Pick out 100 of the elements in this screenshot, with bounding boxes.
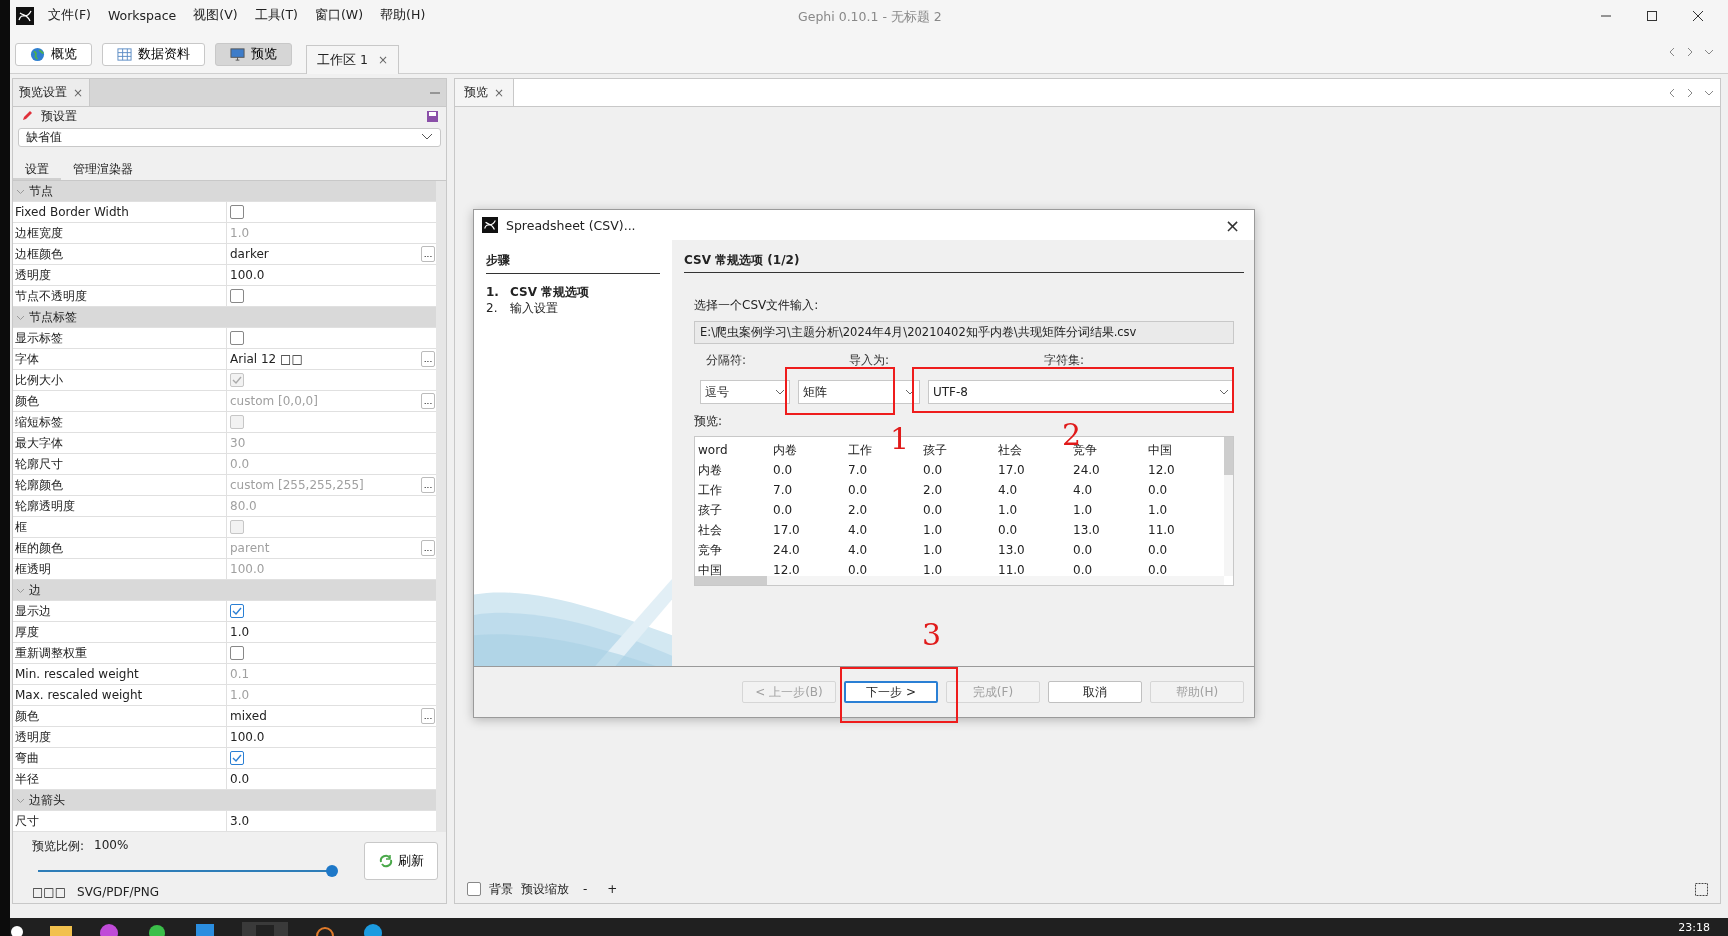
globe-icon (30, 46, 45, 62)
property-value[interactable]: 1.0 (230, 625, 436, 639)
section-header: 节点 (29, 182, 53, 200)
table-cell-text: 0.0 (1148, 543, 1169, 557)
table-cell-text: 4.0 (848, 523, 869, 537)
pencil-icon (21, 110, 33, 123)
close-button[interactable]: × (1224, 214, 1240, 236)
property-value[interactable]: 100.0 (230, 730, 436, 744)
ellipsis-button[interactable]: ... (421, 708, 435, 724)
chat-icon[interactable] (146, 922, 168, 936)
close-tab-icon[interactable]: × (494, 85, 505, 100)
refresh-button[interactable]: 刷新 (364, 842, 438, 880)
perspective-button[interactable]: 概览 (15, 42, 92, 66)
export-formats-link[interactable]: SVG/PDF/PNG (77, 885, 160, 899)
wizard-button[interactable]: 取消 (1048, 681, 1142, 703)
property-value[interactable]: Arial 12 □□ (230, 352, 417, 366)
checkbox[interactable] (230, 751, 244, 765)
panel-tab[interactable]: 预览 × (455, 79, 515, 106)
browser-icon[interactable] (362, 922, 384, 936)
table-cell-text: 0.0 (848, 563, 869, 577)
panel-tab[interactable]: 预览设置 × (13, 79, 91, 106)
wizard-button[interactable]: 下一步 > (844, 681, 938, 703)
checkbox[interactable] (230, 289, 244, 303)
zoom-out-button[interactable]: - (577, 882, 594, 896)
chevron-left-icon[interactable] (1668, 87, 1676, 98)
table-cell-text: 7.0 (773, 483, 794, 497)
table-cell-text: 0.0 (773, 463, 794, 477)
chevron-right-icon[interactable] (1686, 47, 1694, 57)
section-header: 节点标签 (29, 308, 77, 326)
close-icon[interactable] (1692, 9, 1704, 22)
chevron-down-icon[interactable] (1704, 48, 1714, 56)
vertical-scrollbar[interactable] (1224, 437, 1233, 576)
property-value[interactable]: mixed (230, 709, 417, 723)
preset-dropdown[interactable]: 缺省值 (18, 127, 441, 147)
chevron-down-icon (775, 389, 785, 395)
app-icon[interactable] (98, 922, 120, 936)
menu-item[interactable]: Workspace (107, 8, 177, 23)
delimiter-label: 分隔符: (706, 352, 747, 369)
chevron-down-icon[interactable] (1704, 88, 1714, 97)
menu-item[interactable]: 工具(T) (254, 7, 298, 24)
maximize-icon[interactable] (1646, 9, 1658, 22)
ellipsis-button[interactable]: ... (421, 246, 435, 262)
table-cell-text: 7.0 (848, 463, 869, 477)
property-value[interactable]: 3.0 (230, 814, 436, 828)
minimize-icon[interactable] (430, 90, 440, 95)
property-value[interactable]: darker (230, 247, 417, 261)
settings-tab[interactable]: 管理渲染器 (61, 157, 145, 180)
menu-item[interactable]: 视图(V) (193, 7, 238, 24)
property-name: 透明度 (13, 727, 227, 747)
import-as-dropdown[interactable]: 矩阵 (798, 380, 920, 404)
column-header: 社会 (998, 441, 1023, 459)
property-value[interactable]: 0.0 (230, 772, 436, 786)
chevron-down-icon (905, 389, 915, 395)
property-name: 透明度 (13, 265, 227, 285)
table-cell-text: 0.0 (998, 523, 1019, 537)
section-heading: CSV 常规选项 (1/2) (684, 252, 1244, 273)
charset-dropdown[interactable]: UTF-8 (928, 380, 1234, 404)
scrollbar[interactable] (436, 181, 446, 832)
charset-label: 字符集: (1044, 352, 1085, 369)
property-value[interactable]: 100.0 (230, 268, 436, 282)
table-cell-text: 0.0 (1148, 483, 1169, 497)
perspective-button[interactable]: 数据资料 (102, 42, 205, 66)
menu-item[interactable]: 文件(F) (48, 7, 91, 24)
save-icon[interactable] (427, 110, 438, 122)
property-name: 显示边 (13, 601, 227, 621)
close-tab-icon[interactable]: × (377, 53, 388, 67)
horizontal-scrollbar[interactable] (695, 576, 1224, 585)
column-header: word (698, 443, 729, 457)
column-header: 工作 (848, 441, 873, 459)
menu-item[interactable]: 窗口(W) (315, 7, 364, 24)
perspective-button[interactable]: 预览 (215, 42, 292, 66)
close-tab-icon[interactable]: × (73, 85, 84, 100)
delimiter-dropdown[interactable]: 逗号 (700, 380, 790, 404)
property-name: 节点不透明度 (13, 286, 227, 306)
checkbox[interactable] (467, 882, 481, 896)
file-path-field[interactable]: E:\爬虫案例学习\主题分析\2024年4月\20210402知乎内卷\共现矩阵分词结果.csv (694, 321, 1234, 344)
workspace-tab[interactable]: 工作区 1 × (306, 45, 399, 74)
table-cell-text: 12.0 (773, 563, 801, 577)
property-name: 显示标签 (13, 328, 227, 348)
table-cell-text: 工作 (698, 481, 723, 499)
checkbox[interactable] (230, 331, 244, 345)
clock-time: 23:18 (1678, 920, 1710, 934)
chevron-left-icon[interactable] (1668, 47, 1676, 57)
checkbox[interactable] (230, 205, 244, 219)
column-header: 内卷 (773, 441, 798, 459)
checkbox[interactable] (230, 646, 244, 660)
table-cell-text: 1.0 (1148, 503, 1169, 517)
chevron-right-icon[interactable] (1686, 87, 1694, 98)
property-name: 框 (13, 517, 227, 537)
property-name: Fixed Border Width (13, 202, 227, 222)
fullscreen-icon[interactable] (1695, 882, 1708, 896)
app-icon[interactable] (194, 922, 216, 936)
property-name: 框的颜色 (13, 538, 227, 558)
menu-item[interactable]: 帮助(H) (380, 7, 426, 24)
ellipsis-button[interactable]: ... (421, 351, 435, 367)
step-item: 1. CSV 常规选项 (486, 284, 591, 300)
slider-thumb[interactable] (326, 865, 338, 877)
annotation-number: 1 (890, 424, 910, 454)
zoom-in-button[interactable]: + (601, 882, 624, 896)
checkbox[interactable] (230, 604, 244, 618)
